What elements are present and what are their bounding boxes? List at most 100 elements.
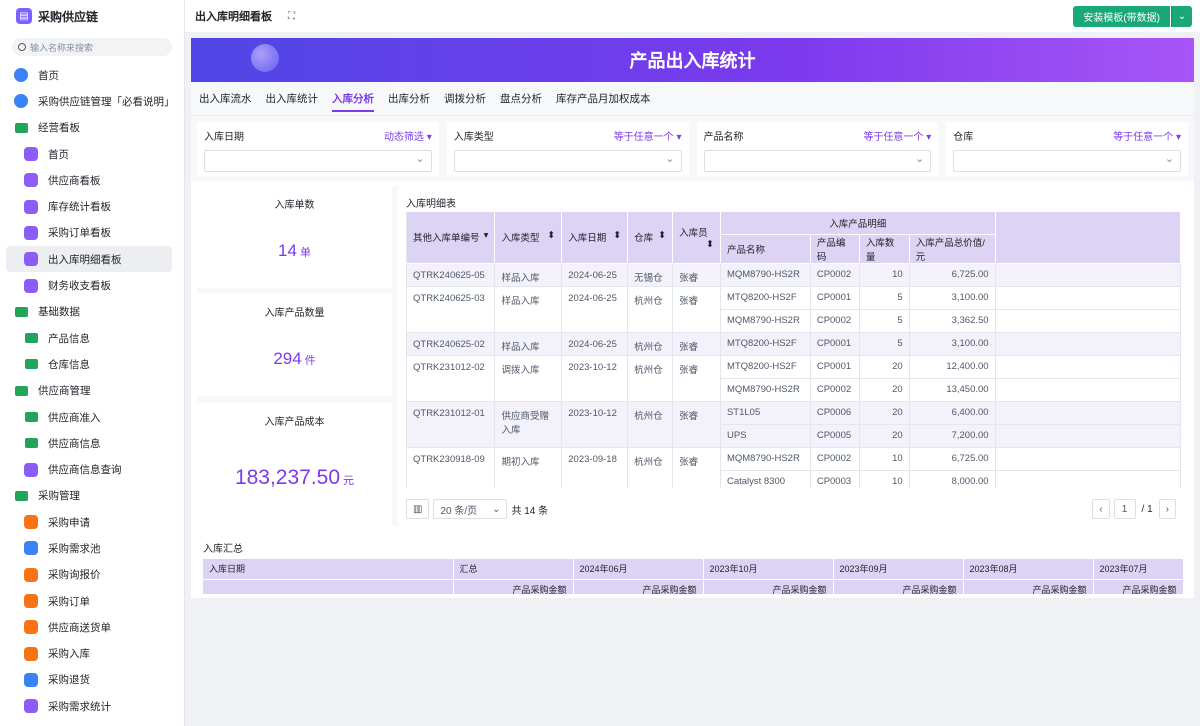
tab-item[interactable]: 调拨分析 [444,82,486,116]
sidebar-item-label: 基础数据 [38,306,80,319]
sidebar-item[interactable]: 采购需求统计 [0,693,184,719]
prev-page-button[interactable]: ‹ [1092,499,1110,519]
cell-item: 20 [859,378,910,402]
sidebar-item-label: 出入库明细看板 [48,253,122,266]
filler-header [995,212,1181,264]
table-row[interactable]: QTRK240625-02 样品入库 2024-06-25 杭州仓 张睿 MTQ8200-… [407,332,1181,356]
sort-icon[interactable]: ⬍ [547,230,555,241]
filter-operator-dropdown[interactable]: 等于任意一个 ▾ [614,128,682,143]
sort-icon[interactable]: ⬍ [613,230,621,241]
form-icon [24,567,38,582]
filter-operator-dropdown[interactable]: 动态筛选 ▾ [384,128,432,143]
cell-date: 2024-06-25 [561,263,629,287]
sidebar-item[interactable]: 采购订单看板 [0,220,184,246]
sidebar-item[interactable]: 采购询报价 [0,562,184,588]
column-header[interactable]: 入库日期 ⬍ [561,212,629,264]
tab-item[interactable]: 出入库统计 [266,82,319,116]
sidebar-item[interactable]: 基础数据 [0,299,184,325]
cell-date: 2023-10-12 [561,355,629,402]
sidebar-item[interactable]: 仓库信息 [0,351,184,377]
sort-icon[interactable]: ▾ [484,230,489,241]
cell-item: Catalyst 8300 [720,470,811,488]
search-input[interactable]: 输入名称来搜索 [12,38,172,56]
sidebar-item[interactable]: 首页 [0,141,184,167]
cell-filler [995,401,1181,425]
summary-subheader: 产品采购金额 [833,579,964,594]
sidebar-item[interactable]: 库存统计看板 [0,193,184,219]
summary-subheader [203,579,454,594]
table-row[interactable]: QTRK240625-05 样品入库 2024-06-25 无锡仓 张睿 MQM8790-… [407,263,1181,287]
sidebar-item-label: 采购供应链管理「必看说明」 [38,95,175,108]
install-template-button[interactable]: 安装模板(带数据) [1073,6,1170,27]
sidebar-item[interactable]: 出入库明细看板 [6,246,172,273]
cell-item: CP0005 [810,424,860,448]
next-page-button[interactable]: › [1158,499,1176,519]
filter-label: 入库日期 [204,132,244,143]
filter-select[interactable] [953,150,1181,172]
sidebar-item-label: 供应商看板 [48,174,101,187]
cell-op: 张睿 [672,355,721,402]
column-header[interactable]: 入库类型 ⬍ [494,212,563,264]
sidebar-item-label: 采购申请 [48,516,90,529]
brand-name: 采购供应链 [38,9,99,24]
sidebar-item[interactable]: 采购入库 [0,641,184,667]
sidebar-item[interactable]: 供应商准入 [0,404,184,430]
sidebar-item-label: 仓库信息 [48,358,90,371]
cell-item: ST1L05 [720,401,811,425]
sort-icon[interactable]: ⬍ [706,239,714,250]
table-row[interactable]: QTRK230918-09 期初入库 2023-09-18 杭州仓 张睿 MQM8790-… [407,447,1181,488]
sidebar-item[interactable]: 供应商看板 [0,167,184,193]
tab-item[interactable]: 入库分析 [332,82,374,116]
sidebar-item-label: 采购需求池 [48,542,101,555]
sidebar-item[interactable]: 财务收支看板 [0,272,184,298]
page-input[interactable]: 1 [1113,499,1136,519]
filter-1: 入库日期 动态筛选 ▾ [197,122,439,176]
sidebar-item[interactable]: 供应商管理 [0,378,184,404]
page-size-select[interactable]: 20 条/页 ⌄ [433,499,508,519]
cell-type: 调拨入库 [494,355,563,402]
cell-wh: 杭州仓 [627,286,674,333]
column-header[interactable]: 入库员 ⬍ [672,212,721,264]
filter-operator-dropdown[interactable]: 等于任意一个 ▾ [1113,128,1181,143]
folder-icon [24,331,38,345]
sidebar-item[interactable]: 供应商信息 [0,430,184,456]
chevron-down-icon[interactable]: ⌄ [1171,6,1192,27]
sidebar-item[interactable]: 供应商信息查询 [0,456,184,482]
cell-item: 6,400.00 [909,401,996,425]
stat-label: 入库产品数量 [264,308,325,319]
sidebar-item[interactable]: 供应商送货单 [0,614,184,640]
sidebar-item[interactable]: 首页 [0,62,184,88]
filter-select[interactable] [204,150,432,172]
cell-type: 样品入库 [494,332,563,356]
sidebar-item[interactable]: 经营看板 [0,115,184,141]
detail-table: 其他入库单编号 ▾ 入库类型 ⬍ 入库日期 ⬍ 仓库 ⬍ 入库员 ⬍ 入库产品明细 产品名称… [406,212,1181,488]
tab-item[interactable]: 库存产品月加权成本 [556,82,651,116]
sidebar-item[interactable]: 采购供应链管理「必看说明」 [0,88,184,114]
total-count: 共 14 条 [511,505,549,517]
cell-item: 5 [859,309,910,333]
sort-icon[interactable]: ⬍ [658,230,666,241]
filter-select[interactable] [453,150,682,172]
sidebar-item[interactable]: 采购需求池 [0,535,184,561]
tab-item[interactable]: 出库分析 [388,82,430,116]
sidebar-item[interactable]: 采购申请 [0,509,184,535]
sidebar-item[interactable]: 采购退货 [0,667,184,693]
filter-operator-dropdown[interactable]: 等于任意一个 ▾ [863,128,931,143]
filter-select[interactable] [703,150,932,172]
brand-logo-icon: ▤ [16,8,32,24]
cell-type: 样品入库 [494,263,563,287]
column-header[interactable]: 其他入库单编号 ▾ [407,212,496,264]
table-row[interactable]: QTRK231012-01 供应商受赠入库 2023-10-12 杭州仓 张睿 ST1L0… [407,401,1181,448]
sidebar-item[interactable]: 采购管理 [0,483,184,509]
brand[interactable]: ▤ 采购供应链 [0,0,184,32]
column-header[interactable]: 仓库 ⬍ [627,212,674,264]
cell-no: QTRK240625-03 [407,286,496,333]
table-row[interactable]: QTRK231012-02 调拨入库 2023-10-12 杭州仓 张睿 MTQ8200-… [407,355,1181,402]
fullscreen-icon[interactable]: ⛶ [288,11,295,22]
sidebar-item[interactable]: 产品信息 [0,325,184,351]
sidebar-item[interactable]: 采购订单 [0,588,184,614]
tab-item[interactable]: 出入库流水 [199,82,252,116]
table-row[interactable]: QTRK240625-03 样品入库 2024-06-25 杭州仓 张睿 MTQ8200-… [407,286,1181,333]
tab-item[interactable]: 盘点分析 [500,82,542,116]
column-settings-icon[interactable]: ▥ [406,499,430,519]
